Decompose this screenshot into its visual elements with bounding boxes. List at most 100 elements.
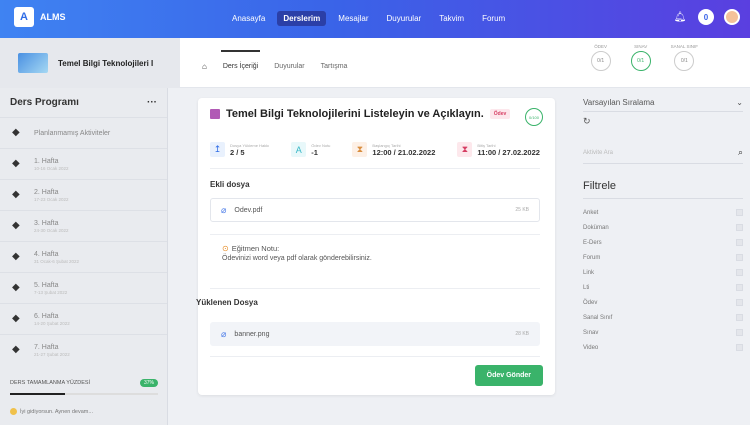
filter-sinav[interactable]: Sınav: [583, 325, 743, 340]
layers-icon: ◆: [12, 158, 20, 169]
filter-label: Sınav: [583, 329, 599, 336]
sidebar-item-week-6[interactable]: ◆ 6. Hafta 14-20 Şubat 2022: [0, 303, 167, 334]
filter-checkbox[interactable]: [736, 239, 743, 246]
filter-link[interactable]: Link: [583, 265, 743, 280]
filter-lti[interactable]: Lti: [583, 280, 743, 295]
uploaded-file[interactable]: ⌀ banner.png 28 KB: [210, 322, 540, 346]
search-icon[interactable]: ⌕: [738, 147, 743, 158]
course-tabs: ⌂ Ders İçeriği Duyurular Tartışma: [202, 50, 348, 71]
sidebar-item-unplanned[interactable]: ◆ Planlanmamış Aktiviteler: [0, 117, 167, 148]
filter-dokuman[interactable]: Doküman: [583, 220, 743, 235]
file-name: Odev.pdf: [234, 206, 263, 214]
top-navbar: A ALMS Anasayfa Derslerim Mesajlar Duyur…: [0, 0, 750, 38]
progress-fill: [10, 393, 65, 395]
metric-value: 12:00 / 21.02.2022: [372, 147, 436, 157]
nav-takvim[interactable]: Takvim: [433, 11, 470, 26]
nav-anasayfa[interactable]: Anasayfa: [226, 11, 271, 26]
sidebar-item-week-1[interactable]: ◆ 1. Hafta 10-16 Ocak 2022: [0, 148, 167, 179]
sidebar-title: Ders Programı: [10, 97, 79, 108]
course-schedule-sidebar: Ders Programı ··· ◆ Planlanmamış Aktivit…: [0, 88, 168, 425]
attached-file[interactable]: ⌀ Odev.pdf 25 KB: [210, 198, 540, 222]
logo-icon: A: [14, 7, 34, 27]
bell-icon[interactable]: 🔔︎: [672, 9, 688, 25]
sidebar-item-date: 17-23 Ocak 2022: [34, 196, 69, 202]
filter-checkbox[interactable]: [736, 269, 743, 276]
hourglass-icon: ⧗: [352, 142, 368, 157]
filter-checkbox[interactable]: [736, 299, 743, 306]
filter-anket[interactable]: Anket: [583, 205, 743, 220]
filter-e-ders[interactable]: E-Ders: [583, 235, 743, 250]
progress-note-text: İyi gidiyorsun. Aynen devam...: [20, 408, 93, 415]
tab-ders-icerigi[interactable]: Ders İçeriği: [220, 50, 261, 70]
filter-odev[interactable]: Ödev: [583, 295, 743, 310]
note-text: Ödevinizi word veya pdf olarak gönderebi…: [222, 255, 372, 262]
filter-checkbox[interactable]: [736, 254, 743, 261]
sidebar-item-week-7[interactable]: ◆ 7. Hafta 21-27 Şubat 2022: [0, 334, 167, 365]
filter-checkbox[interactable]: [736, 344, 743, 351]
sidebar-item-week-3[interactable]: ◆ 3. Hafta 24-30 Ocak 2022: [0, 210, 167, 241]
submit-assignment-button[interactable]: Ödev Gönder: [474, 365, 543, 386]
note-title: Eğitmen Notu:: [231, 244, 280, 253]
stat-ring: 0/1: [674, 51, 695, 71]
course-info: Temel Bilgi Teknolojileri I: [0, 38, 180, 88]
filter-checkbox[interactable]: [736, 209, 743, 216]
paperclip-icon: ⌀: [221, 204, 227, 215]
instructor-note: ⊙ Eğitmen Notu: Ödevinizi word veya pdf o…: [222, 244, 372, 262]
uploaded-file-title: Yüklenen Dosya: [196, 298, 258, 307]
course-header: Temel Bilgi Teknolojileri I ⌂ Ders İçeri…: [0, 38, 750, 88]
filter-label: Forum: [583, 254, 601, 261]
home-icon[interactable]: ⌂: [202, 62, 207, 71]
filter-checkbox[interactable]: [736, 224, 743, 231]
sort-select[interactable]: Varsayılan Sıralama ⌄: [583, 98, 743, 112]
filter-label: Lti: [583, 284, 590, 291]
smile-icon: [10, 408, 17, 415]
notification-badge[interactable]: 0: [698, 9, 714, 25]
sidebar-item-date: 14-20 Şubat 2022: [34, 320, 70, 326]
filter-label: Anket: [583, 209, 599, 216]
paperclip-icon: ⌀: [221, 328, 227, 339]
tab-tartisma[interactable]: Tartışma: [321, 63, 348, 70]
layers-icon: ◆: [12, 127, 20, 138]
sidebar-item-week-4[interactable]: ◆ 4. Hafta 31 Ocak-6 Şubat 2022: [0, 241, 167, 272]
layers-icon: ◆: [12, 313, 20, 324]
sidebar-item-label: 7. Hafta: [34, 343, 59, 351]
divider: [210, 234, 540, 235]
avatar[interactable]: [724, 9, 740, 25]
filter-forum[interactable]: Forum: [583, 250, 743, 265]
layers-icon: ◆: [12, 282, 20, 293]
nav-forum[interactable]: Forum: [476, 11, 511, 26]
activity-search[interactable]: Aktivite Ara ⌕: [583, 147, 743, 164]
search-input[interactable]: Aktivite Ara: [583, 150, 613, 156]
filter-checkbox[interactable]: [736, 314, 743, 321]
sidebar-item-week-2[interactable]: ◆ 2. Hafta 17-23 Ocak 2022: [0, 179, 167, 210]
grade-icon: A: [291, 142, 307, 157]
stat-ring: 0/1: [590, 51, 611, 71]
filter-checkbox[interactable]: [736, 284, 743, 291]
sidebar-item-date: 21-27 Şubat 2022: [34, 351, 70, 357]
nav-derslerim[interactable]: Derslerim: [277, 11, 327, 26]
sidebar-item-week-5[interactable]: ◆ 5. Hafta 7-13 Şubat 2022: [0, 272, 167, 303]
filter-video[interactable]: Video: [583, 340, 743, 355]
nav-duyurular[interactable]: Duyurular: [381, 11, 428, 26]
attached-file-title: Ekli dosya: [210, 180, 250, 189]
sidebar-item-label: 3. Hafta: [34, 219, 59, 227]
assignment-icon: [210, 109, 220, 119]
tab-duyurular[interactable]: Duyurular: [274, 63, 304, 70]
filter-checkbox[interactable]: [736, 329, 743, 336]
layers-icon: ◆: [12, 189, 20, 200]
metric-grade: A Ödev Notu -1: [291, 142, 330, 157]
more-icon[interactable]: ···: [147, 97, 157, 108]
sidebar-item-label: 5. Hafta: [34, 281, 59, 289]
nav-mesajlar[interactable]: Mesajlar: [332, 11, 374, 26]
refresh-icon[interactable]: ↻: [583, 116, 743, 127]
filter-list: Anket Doküman E-Ders Forum Link Lti Ödev…: [583, 205, 743, 355]
assignment-title-row: Temel Bilgi Teknolojilerini Listeleyin v…: [210, 108, 511, 120]
divider: [210, 288, 540, 289]
divider: [210, 168, 540, 169]
course-title: Temel Bilgi Teknolojileri I: [58, 58, 154, 68]
file-name: banner.png: [234, 330, 270, 338]
app-logo[interactable]: A ALMS: [14, 7, 66, 27]
filter-sanal-sinif[interactable]: Sanal Sınıf: [583, 310, 743, 325]
main-nav: Anasayfa Derslerim Mesajlar Duyurular Ta…: [226, 11, 511, 26]
stat-label: ÖDEV: [594, 44, 608, 49]
